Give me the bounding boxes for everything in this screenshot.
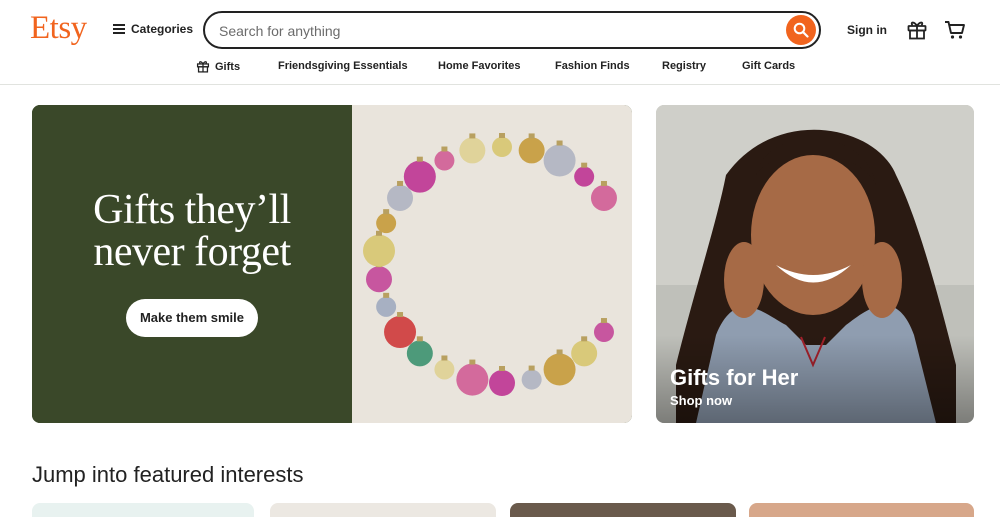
featured-interests-heading: Jump into featured interests (32, 462, 304, 487)
nav-item-registry[interactable]: Registry (662, 60, 706, 72)
search-input[interactable] (219, 21, 779, 41)
ornament-cap (416, 156, 423, 162)
nav-item-home-favorites[interactable]: Home Favorites (438, 60, 521, 72)
gifts-for-her-card[interactable]: Gifts for Her Shop now (656, 105, 974, 423)
ornament-cap (556, 349, 563, 355)
ornament-bauble (456, 363, 489, 396)
sign-in-link[interactable]: Sign in (847, 23, 887, 37)
ornament-bauble (387, 184, 414, 211)
ornament-cap (397, 180, 404, 186)
ornament-bauble (434, 359, 455, 380)
make-them-smile-button[interactable]: Make them smile (126, 299, 258, 337)
ornament-cap (383, 209, 390, 215)
cart-button[interactable] (944, 20, 966, 40)
ornament-bauble (459, 137, 486, 164)
ornament-bauble (376, 296, 397, 317)
ornament-cap (528, 133, 535, 139)
categories-button[interactable]: Categories (113, 22, 193, 36)
ornament-cap (441, 355, 448, 361)
ornament-bauble (434, 150, 455, 171)
promo-title: Gifts for Her (670, 365, 799, 390)
ornament-cap (441, 146, 448, 152)
nav-item-label: Gift Cards (742, 60, 796, 72)
gift-icon (907, 21, 927, 40)
ornament-bauble (363, 234, 396, 267)
ornament-bauble (590, 184, 617, 211)
ornament-bauble (406, 340, 433, 367)
ornament-cap (469, 359, 476, 365)
ornament-bauble (543, 144, 576, 177)
nav-item-gift-cards[interactable]: Gift Cards (742, 60, 795, 72)
menu-icon (113, 24, 125, 34)
hero-title-line1: Gifts they’ll (93, 187, 291, 233)
etsy-logo[interactable]: Etsy (30, 10, 87, 47)
nav-item-label: Registry (662, 60, 707, 72)
ornament-bauble (571, 340, 598, 367)
gift-button[interactable] (906, 20, 928, 40)
nav-item-gifts[interactable]: Gifts (196, 60, 240, 73)
featured-interest-tiles (32, 503, 974, 517)
hero-title-line2: never forget (93, 229, 291, 275)
ornament-cap (469, 133, 476, 139)
nav-item-label: Home Favorites (438, 60, 521, 72)
ornament-bauble (492, 137, 512, 157)
ornament-bauble (543, 353, 576, 386)
ornament-cap (581, 336, 588, 342)
ornament-cap (499, 133, 505, 138)
nav-item-label: Friendsgiving Essentials (278, 60, 408, 72)
site-header: Etsy Categories Sign in (0, 0, 1000, 85)
ornament-bauble (574, 166, 595, 187)
hero-text-panel: Gifts they’ll never forget Make them smi… (32, 105, 352, 423)
ornament-wreath-illustration (363, 133, 617, 396)
ornament-cap (499, 366, 505, 371)
ornament-cap (600, 180, 607, 186)
interest-tile[interactable] (749, 503, 974, 517)
search-icon (793, 22, 809, 38)
ornament-bauble (593, 322, 614, 343)
ornament-cap (397, 312, 404, 318)
ornament-bauble (489, 370, 515, 396)
ornament-bauble (521, 369, 542, 390)
interest-tile[interactable] (270, 503, 496, 517)
ornament-bauble (403, 160, 436, 193)
ornament-cap (556, 140, 563, 146)
ornament-bauble (518, 137, 545, 164)
gift-icon (196, 61, 210, 73)
ornament-cap (600, 318, 607, 324)
shop-now-link[interactable]: Shop now (670, 393, 732, 408)
categories-label: Categories (131, 22, 194, 36)
cart-icon (945, 21, 965, 39)
ornament-bauble (384, 316, 417, 349)
ornament-cap (528, 365, 535, 371)
hero-title: Gifts they’ll never forget (32, 189, 352, 273)
interest-tile[interactable] (32, 503, 254, 517)
category-nav: Gifts Friendsgiving Essentials Home Favo… (0, 60, 1000, 76)
ornament-bauble (366, 266, 393, 293)
nav-item-fashion-finds[interactable]: Fashion Finds (555, 60, 630, 72)
ornament-cap (416, 336, 423, 342)
ornament-cap (383, 292, 390, 298)
nav-item-label: Fashion Finds (555, 60, 630, 72)
interest-tile[interactable] (510, 503, 736, 517)
ornament-wreath-image[interactable] (352, 105, 632, 423)
search-bar (203, 11, 821, 49)
nav-item-friendsgiving[interactable]: Friendsgiving Essentials (278, 60, 408, 72)
ornament-bauble (376, 213, 397, 234)
search-button[interactable] (786, 15, 816, 45)
ornament-cap (581, 162, 588, 168)
nav-item-label: Gifts (215, 60, 241, 73)
hero-banner: Gifts they’ll never forget Make them smi… (32, 105, 632, 423)
